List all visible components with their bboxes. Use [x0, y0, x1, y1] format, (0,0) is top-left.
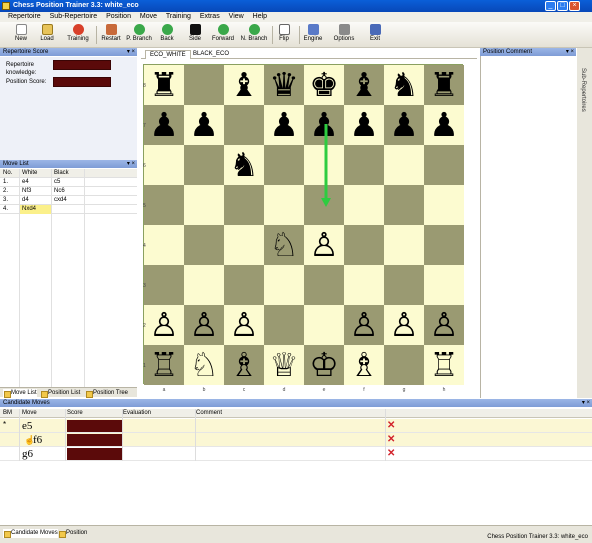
left-tabs: Move List Position List Position Tree [0, 387, 137, 398]
tab-candidate-moves[interactable]: Candidate Moves [3, 529, 58, 538]
engine-button[interactable]: Engine [302, 24, 324, 46]
side-button[interactable]: Side [184, 24, 206, 46]
file-label: f [363, 387, 365, 393]
move-arrow [321, 124, 331, 207]
new-button[interactable]: New [10, 24, 32, 46]
file-label: e [322, 387, 326, 393]
file-label: a [162, 387, 166, 393]
file-label: g [402, 387, 406, 393]
menu-training[interactable]: Training [166, 13, 191, 20]
menu-help[interactable]: Help [253, 13, 267, 20]
file-label: b [202, 387, 206, 393]
training-button[interactable]: Training [64, 24, 92, 46]
tab-position-list[interactable]: Position List [40, 389, 80, 398]
back-button[interactable]: Back [156, 24, 178, 46]
prev-branch-icon [133, 24, 145, 35]
menu-sub-repertoire[interactable]: Sub-Repertoire [50, 13, 97, 20]
position-score-label: Position Score: [6, 79, 47, 85]
prev-branch-button[interactable]: P. Branch [124, 24, 154, 46]
position-comment-panel[interactable] [480, 56, 576, 398]
forward-button[interactable]: Forward [210, 24, 236, 46]
load-icon [41, 24, 53, 35]
panel-close-icon[interactable]: ▾ × [127, 48, 135, 56]
move-row[interactable]: 2. Nf3 Nc6 [0, 187, 137, 196]
file-label: h [442, 387, 446, 393]
sub-repertoires-label: Sub-Repertoires [580, 68, 586, 112]
tab-move-list[interactable]: Move List [3, 389, 37, 398]
repertoire-knowledge-label: Repertoire knowledge: [6, 62, 37, 76]
candidate-moves-header: Candidate Moves ▾ × [0, 399, 592, 407]
menu-position[interactable]: Position [106, 13, 131, 20]
minimize-button[interactable]: _ [545, 1, 556, 11]
position-score-bar [53, 77, 111, 87]
menu-extras[interactable]: Extras [200, 13, 220, 20]
move-list-columns: No. White Black [0, 169, 137, 178]
repertoire-score-panel: Repertoire knowledge: Position Score: [0, 57, 137, 160]
next-branch-button[interactable]: N. Branch [239, 24, 269, 46]
title-bar: Chess Position Trainer 3.3: white_eco [0, 0, 592, 12]
restart-button[interactable]: Restart [99, 24, 123, 46]
menu-view[interactable]: View [229, 13, 244, 20]
panel-close-icon[interactable]: ▾ × [566, 48, 574, 56]
candidate-row[interactable]: g6 ✕ [0, 447, 592, 461]
next-branch-icon [248, 24, 260, 35]
candidate-score-bar [67, 420, 122, 432]
back-arrow-icon [161, 24, 173, 35]
engine-icon [307, 24, 319, 35]
options-button[interactable]: Options [331, 24, 357, 46]
move-list-header: Move List ▾ × [0, 160, 137, 168]
forward-arrow-icon [217, 24, 229, 35]
candidate-score-bar [67, 434, 122, 446]
repertoire-score-header: Repertoire Score ▾ × [0, 48, 137, 56]
close-button[interactable]: × [569, 1, 580, 11]
toolbar: New Load Training Restart P. Branch Back… [0, 22, 592, 48]
delete-candidate-icon[interactable]: ✕ [387, 435, 397, 445]
flip-icon [278, 24, 290, 35]
candidate-columns: BM Move Score Evaluation Comment [0, 409, 592, 418]
maximize-button[interactable]: □ [557, 1, 568, 11]
home-icon [105, 24, 117, 35]
panel-close-icon[interactable]: ▾ × [582, 399, 590, 407]
exit-button[interactable]: Exit [365, 24, 385, 46]
side-icon [189, 24, 201, 35]
move-row[interactable]: 4. Nxd4 [0, 205, 137, 214]
move-list-table: No. White Black 1. e4 c5 2. Nf3 Nc6 3. d4 cxd4… [0, 169, 137, 214]
menu-repertoire[interactable]: Repertoire [8, 13, 41, 20]
app-icon [2, 2, 10, 10]
load-button[interactable]: Load [36, 24, 58, 46]
menu-move[interactable]: Move [140, 13, 157, 20]
board-tab-bar: ECO_WHITE BLACK_ECO [141, 49, 477, 59]
delete-candidate-icon[interactable]: ✕ [387, 449, 397, 459]
tab-position[interactable]: Position [58, 529, 87, 538]
candidate-row[interactable]: ☝ f6 ✕ [0, 433, 592, 447]
file-label: c [242, 387, 246, 393]
move-row[interactable]: 1. e4 c5 [0, 178, 137, 187]
file-label: d [282, 387, 286, 393]
candidate-score-bar [67, 448, 122, 460]
status-text: Chess Position Trainer 3.3: white_eco [487, 534, 588, 540]
exit-icon [369, 24, 381, 35]
new-file-icon [15, 24, 27, 35]
sub-repertoires-strip[interactable]: Sub-Repertoires [577, 48, 592, 398]
panel-close-icon[interactable]: ▾ × [127, 160, 135, 168]
move-row[interactable]: 3. d4 cxd4 [0, 196, 137, 205]
options-icon [338, 24, 350, 35]
tab-black-eco[interactable]: BLACK_ECO [189, 50, 233, 59]
menu-bar: Repertoire Sub-Repertoire Position Move … [0, 12, 592, 22]
position-comment-header: Position Comment ▾ × [480, 48, 576, 56]
tab-eco-white[interactable]: ECO_WHITE [145, 50, 191, 59]
candidate-row[interactable]: * e5 ✕ [0, 419, 592, 433]
flip-button[interactable]: Flip [276, 24, 292, 46]
training-icon [72, 24, 84, 35]
tab-position-tree[interactable]: Position Tree [85, 389, 128, 398]
repertoire-knowledge-bar [53, 60, 111, 70]
delete-candidate-icon[interactable]: ✕ [387, 421, 397, 431]
